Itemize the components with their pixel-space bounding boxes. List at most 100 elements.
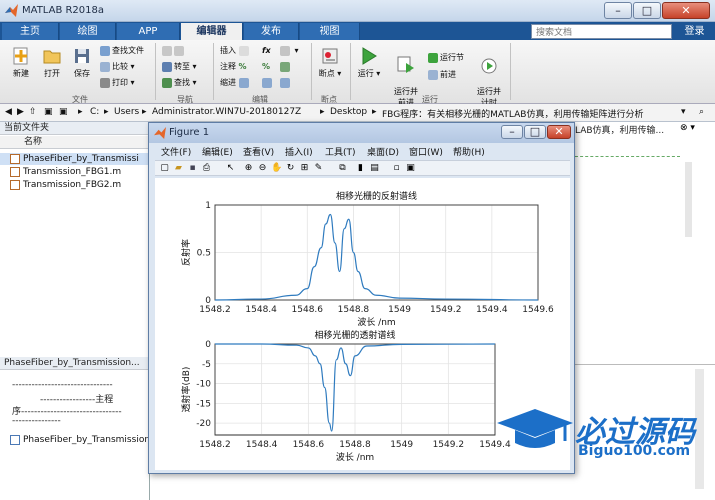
close-button[interactable]: ✕ (662, 2, 710, 19)
rotate-icon[interactable]: ↻ (285, 163, 296, 174)
print-button[interactable]: 打印 ▾ (100, 77, 135, 89)
hide-plot-tools-icon[interactable]: ▫ (391, 163, 402, 174)
menu-edit[interactable]: 编辑(E) (202, 145, 233, 158)
menu-tools[interactable]: 工具(T) (325, 145, 356, 158)
open-button[interactable]: 打开 (38, 46, 66, 79)
run-and-time-button[interactable]: 运行并 计时 (474, 46, 504, 108)
path-users[interactable]: Users (114, 107, 139, 117)
find-files-button[interactable]: 查找文件 (100, 45, 144, 57)
editor-close-icon[interactable]: ⊗ ▾ (680, 123, 695, 133)
tab-apps[interactable]: APP (117, 23, 180, 40)
new-button[interactable]: 新建 (6, 46, 36, 79)
x-tick-label: 1549.2 (433, 440, 465, 450)
nav-back-forward[interactable] (162, 45, 186, 57)
minimize-button[interactable]: – (604, 2, 632, 19)
editor-tab-label[interactable]: LAB仿真，利用传输... (575, 123, 664, 136)
comment-button[interactable]: 注释 % (220, 61, 247, 73)
colorbar-icon[interactable]: ▮ (355, 163, 366, 174)
new-figure-icon[interactable]: ▢ (159, 163, 170, 174)
file-item-phasefiber[interactable]: PhaseFiber_by_Transmissi (0, 153, 150, 165)
maximize-button[interactable]: □ (633, 2, 661, 19)
outdent-icon[interactable] (280, 77, 292, 89)
menu-view[interactable]: 查看(V) (243, 145, 274, 158)
editor-scrollbar[interactable] (685, 162, 692, 237)
menu-desktop[interactable]: 桌面(D) (367, 145, 399, 158)
menu-window[interactable]: 窗口(W) (409, 145, 443, 158)
tab-editor[interactable]: 编辑器 (181, 23, 243, 40)
details-file-item[interactable]: PhaseFiber_by_Transmission (10, 434, 150, 446)
details-title: PhaseFiber_by_Transmission... (0, 357, 150, 370)
path-fbg-folder[interactable]: FBG程序：有关相移光栅的MATLAB仿真，利用传输矩阵进行分析 (382, 107, 643, 120)
figure-menu-bar: 文件(F) 编辑(E) 查看(V) 插入(I) 工具(T) 桌面(D) 窗口(W… (155, 145, 570, 158)
insert-button[interactable]: 插入 (220, 45, 251, 57)
smart-indent-icon[interactable] (262, 77, 274, 89)
tab-plots[interactable]: 绘图 (60, 23, 116, 40)
tab-home[interactable]: 主页 (2, 23, 59, 40)
pan-icon[interactable]: ✋ (271, 163, 282, 174)
up-folder-icon[interactable]: ⇧ (29, 107, 37, 117)
path-desktop[interactable]: Desktop (330, 107, 367, 117)
goto-button[interactable]: 转至 ▾ (162, 61, 197, 73)
address-bar: ◀ ▶ ⇧ ▣ ▣ ▸ C: ▸ Users ▸ Administrator.W… (0, 104, 715, 122)
figure-close-button[interactable]: ✕ (547, 125, 571, 139)
file-item-fbg2[interactable]: Transmission_FBG2.m (10, 179, 121, 191)
path-dropdown-icon[interactable]: ▾ (681, 107, 686, 117)
x-tick-label: 1548.4 (246, 440, 278, 450)
fx-button[interactable]: fx (262, 45, 271, 57)
zoom-in-icon[interactable]: ⊕ (243, 163, 254, 174)
comment-toggle-icon[interactable]: % (262, 61, 270, 73)
data-cursor-icon[interactable]: ⊞ (299, 163, 310, 174)
open-icon[interactable]: ▰ (173, 163, 184, 174)
legend-icon[interactable]: ▤ (369, 163, 380, 174)
figure-maximize-button[interactable]: □ (524, 125, 546, 139)
zoom-out-icon[interactable]: ⊖ (257, 163, 268, 174)
back-arrow-icon[interactable]: ◀ (5, 107, 12, 117)
name-column-header[interactable]: 名称 (0, 136, 150, 149)
y-tick-label: -5 (202, 360, 211, 370)
uncomment-icon[interactable] (280, 61, 292, 73)
search-input[interactable] (531, 24, 672, 39)
pointer-icon[interactable]: ↖ (225, 163, 236, 174)
goto-icon (162, 61, 172, 72)
figure-minimize-button[interactable]: – (501, 125, 523, 139)
y-tick-label: -15 (196, 399, 211, 409)
details-line: --------------- (12, 416, 61, 426)
run-section-button[interactable]: 运行节 (428, 52, 464, 64)
run-advance-icon (397, 56, 414, 73)
tab-publish[interactable]: 发布 (244, 23, 299, 40)
save-button[interactable]: 保存 (68, 46, 96, 79)
path-c[interactable]: C: (90, 107, 99, 117)
breakpoints-button[interactable]: 断点 ▾ (316, 46, 344, 79)
run-button[interactable]: 运行 ▾ (356, 46, 382, 79)
menu-insert[interactable]: 插入(I) (285, 145, 313, 158)
chart-title: 相移光栅的透射谱线 (314, 329, 395, 341)
format-icon[interactable]: ▾ (280, 45, 299, 57)
x-axis-label: 波长 /nm (336, 451, 374, 463)
file-item-fbg1[interactable]: Transmission_FBG1.m (10, 166, 121, 178)
folder-icon[interactable]: ▣ (44, 107, 53, 117)
path-arrow-icon: ▸ (104, 107, 109, 117)
print-icon[interactable]: ⎙ (201, 163, 212, 174)
tab-view[interactable]: 视图 (300, 23, 360, 40)
show-plot-tools-icon[interactable]: ▣ (405, 163, 416, 174)
brush-icon[interactable]: ✎ (313, 163, 324, 174)
chart-title: 相移光栅的反射谱线 (336, 190, 417, 202)
forward-arrow-icon[interactable]: ▶ (17, 107, 24, 117)
compare-button[interactable]: 比较 ▾ (100, 61, 135, 73)
link-icon[interactable]: ⧉ (337, 163, 348, 174)
browse-folder-icon[interactable]: ▣ (59, 107, 68, 117)
path-administrator[interactable]: Administrator.WIN7U-20180127Z (152, 107, 301, 117)
find-button[interactable]: 查找 ▾ (162, 77, 197, 89)
path-search-icon[interactable]: ⌕ (699, 107, 704, 117)
folder-open-icon (43, 50, 61, 64)
figure-title: Figure 1 (169, 127, 210, 138)
figure-title-bar: Figure 1 – □ ✕ (149, 123, 574, 143)
save-icon[interactable]: ▪ (187, 163, 198, 174)
advance-button[interactable]: 前进 (428, 69, 456, 81)
indent-button[interactable]: 缩进 (220, 77, 251, 89)
code-divider (575, 156, 680, 157)
login-button[interactable]: 登录 (678, 24, 711, 39)
menu-help[interactable]: 帮助(H) (453, 145, 485, 158)
menu-file[interactable]: 文件(F) (161, 145, 191, 158)
x-tick-label: 1549 (390, 440, 413, 450)
